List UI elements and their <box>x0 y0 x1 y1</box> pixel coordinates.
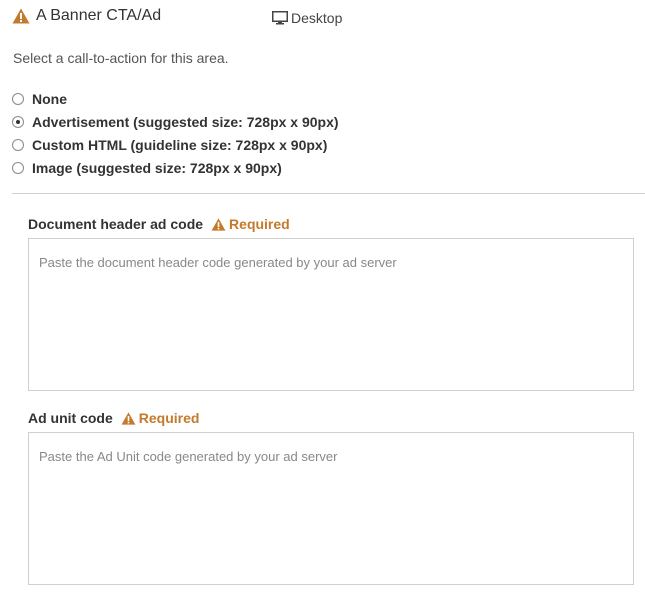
desktop-monitor-icon <box>272 11 288 25</box>
option-none[interactable]: None <box>12 87 339 110</box>
field-label-text: Ad unit code <box>28 410 113 426</box>
option-label: Custom HTML (guideline size: 728px x 90p… <box>32 136 328 153</box>
instruction-text: Select a call-to-action for this area. <box>13 50 229 66</box>
radio-button[interactable] <box>12 161 24 174</box>
device-indicator: Desktop <box>272 10 342 26</box>
ad-unit-code-label: Ad unit code Required <box>28 410 199 426</box>
required-text: Required <box>138 410 200 426</box>
cta-type-radio-group: None Advertisement (suggested size: 728p… <box>12 87 339 179</box>
warning-triangle-icon <box>211 217 226 231</box>
warning-triangle-icon <box>121 411 136 425</box>
option-label: None <box>32 90 67 107</box>
required-indicator: Required <box>121 410 200 426</box>
header-code-textarea[interactable] <box>28 238 634 391</box>
radio-button[interactable] <box>12 115 24 128</box>
device-label: Desktop <box>291 10 343 26</box>
ad-unit-code-textarea[interactable] <box>28 432 634 585</box>
radio-button[interactable] <box>12 92 24 105</box>
section-title: A Banner CTA/Ad <box>36 7 162 24</box>
header-code-label: Document header ad code Required <box>28 216 290 232</box>
required-text: Required <box>229 216 290 232</box>
option-image[interactable]: Image (suggested size: 728px x 90px) <box>12 156 339 179</box>
warning-triangle-icon <box>12 8 30 24</box>
option-custom-html[interactable]: Custom HTML (guideline size: 728px x 90p… <box>12 133 339 156</box>
option-label: Advertisement (suggested size: 728px x 9… <box>32 113 339 130</box>
divider <box>12 193 645 194</box>
field-label-text: Document header ad code <box>28 216 204 232</box>
option-advertisement[interactable]: Advertisement (suggested size: 728px x 9… <box>12 110 339 133</box>
radio-button[interactable] <box>12 138 24 151</box>
required-indicator: Required <box>211 216 290 232</box>
section-header: A Banner CTA/Ad <box>12 7 161 25</box>
option-label: Image (suggested size: 728px x 90px) <box>32 159 282 176</box>
